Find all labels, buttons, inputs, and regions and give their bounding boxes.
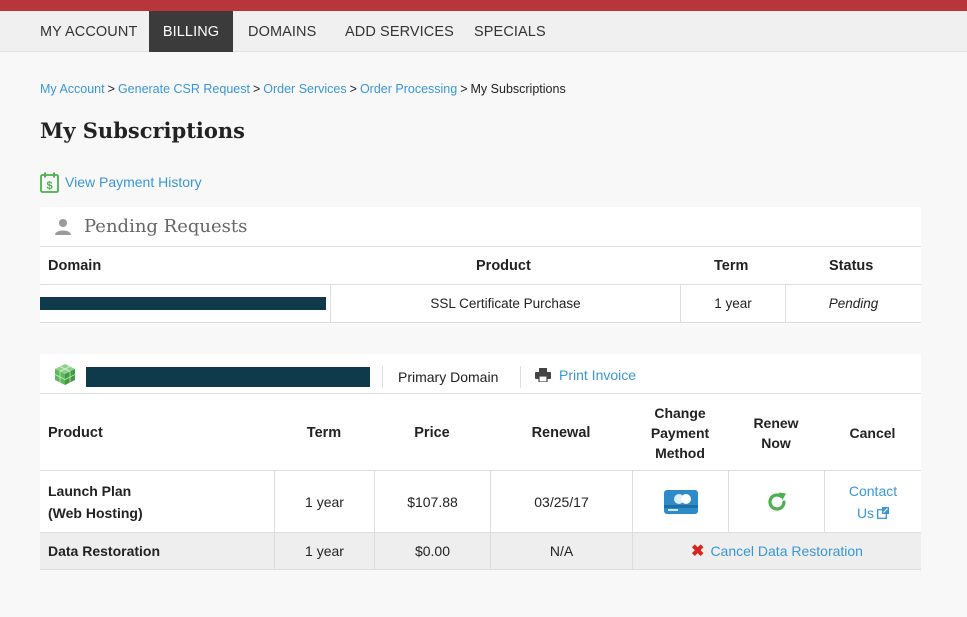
print-invoice-label: Print Invoice [559,367,637,383]
col-price: Price [414,424,450,441]
pending-product: SSL Certificate Purchase [330,285,680,323]
subscription-header: Primary Domain Print Invoice [40,354,921,394]
nav-domains[interactable]: DOMAINS [233,11,331,52]
term-cell: 1 year [274,471,374,532]
renew-refresh-icon[interactable] [766,491,788,513]
external-link-icon [877,506,890,519]
cancel-restoration-cell: ✖ Cancel Data Restoration [632,533,921,569]
product-type: (Web Hosting) [48,504,143,521]
contact-us-line: Us [857,502,890,524]
page-title: My Subscriptions [40,118,245,143]
top-brand-stripe [0,0,967,11]
renewal-cell: 03/25/17 [490,471,632,532]
nav-billing[interactable]: BILLING [149,11,233,52]
user-icon [55,218,71,235]
contact-us-link-2[interactable]: Us [857,502,874,524]
main-nav: MY ACCOUNT BILLING DOMAINS ADD SERVICES … [0,11,967,52]
col-cancel: Cancel [849,424,896,441]
col-change-payment-line: Change [654,404,706,421]
renew-cell [728,471,824,532]
header-divider [520,366,521,388]
col-change-payment-method: Change Payment Method [632,394,728,471]
redacted-domain [86,367,370,387]
nav-my-account[interactable]: MY ACCOUNT [25,11,152,52]
breadcrumb-current: My Subscriptions [470,82,566,96]
cancel-cell: Contact Us [824,471,921,532]
col-product: Product [48,424,103,441]
col-term: Term [714,258,749,274]
payment-calendar-icon: $ [40,172,59,193]
table-row: Launch Plan (Web Hosting) 1 year $107.88… [40,471,921,533]
col-renew-now: Renew Now [728,394,824,471]
col-renew-line: Renew [753,414,799,431]
breadcrumb-separator: > [107,82,115,96]
subscription-panel: Primary Domain Print Invoice Product Ter… [40,354,921,570]
breadcrumb-separator: > [460,82,468,96]
col-term: Term [306,424,342,441]
product-cell: Launch Plan (Web Hosting) [40,471,274,532]
product-name: Launch Plan [48,482,132,499]
col-domain: Domain [48,258,102,274]
pending-requests-title: Pending Requests [84,216,248,237]
nav-add-services[interactable]: ADD SERVICES [330,11,469,52]
printer-icon [535,368,551,382]
breadcrumb-my-account[interactable]: My Account [40,82,105,96]
change-payment-cell [632,471,728,532]
table-row: Data Restoration 1 year $0.00 N/A ✖ Canc… [40,533,921,570]
cancel-data-restoration-label: Cancel Data Restoration [710,543,863,559]
svg-text:$: $ [46,180,52,192]
col-renewal: Renewal [531,424,591,441]
term-cell: 1 year [274,533,374,569]
price-cell: $0.00 [374,533,490,569]
nav-specials[interactable]: SPECIALS [459,11,561,52]
view-payment-history-label: View Payment History [65,174,202,190]
col-change-payment-line: Method [655,444,705,461]
product-cell: Data Restoration [48,543,161,559]
price-cell: $107.88 [374,471,490,532]
table-row: SSL Certificate Purchase 1 year Pending [40,285,921,323]
subscription-table-header: Product Term Price Renewal Change Paymen… [40,394,921,471]
contact-us-link[interactable]: Contact [849,480,897,502]
breadcrumb-separator: > [252,82,261,96]
hosting-cube-icon [54,364,76,385]
view-payment-history-link[interactable]: $ View Payment History [40,171,202,193]
col-product: Product [476,258,531,274]
col-change-payment-line: Payment [650,424,710,441]
credit-card-icon[interactable] [663,489,698,514]
pending-requests-header: Pending Requests [40,207,921,247]
close-icon: ✖ [691,543,705,560]
pending-status: Pending [785,285,921,323]
pending-requests-panel: Pending Requests Domain Product Term Sta… [40,207,921,324]
redacted-domain [40,297,326,310]
pending-term: 1 year [680,285,785,323]
breadcrumb-generate-csr[interactable]: Generate CSR Request [118,82,250,96]
header-divider [382,366,383,388]
renewal-cell: N/A [490,533,632,569]
breadcrumb: My Account > Generate CSR Request > Order Se… [40,82,566,96]
col-status: Status [829,258,874,274]
breadcrumb-order-processing[interactable]: Order Processing [360,82,457,96]
cancel-data-restoration-button[interactable]: ✖ Cancel Data Restoration [691,541,863,561]
print-invoice-link[interactable]: Print Invoice [535,367,636,383]
pending-table-header: Domain Product Term Status [40,247,921,285]
col-renew-line: Now [761,434,791,451]
breadcrumb-order-services[interactable]: Order Services [263,82,346,96]
breadcrumb-separator: > [349,82,357,96]
